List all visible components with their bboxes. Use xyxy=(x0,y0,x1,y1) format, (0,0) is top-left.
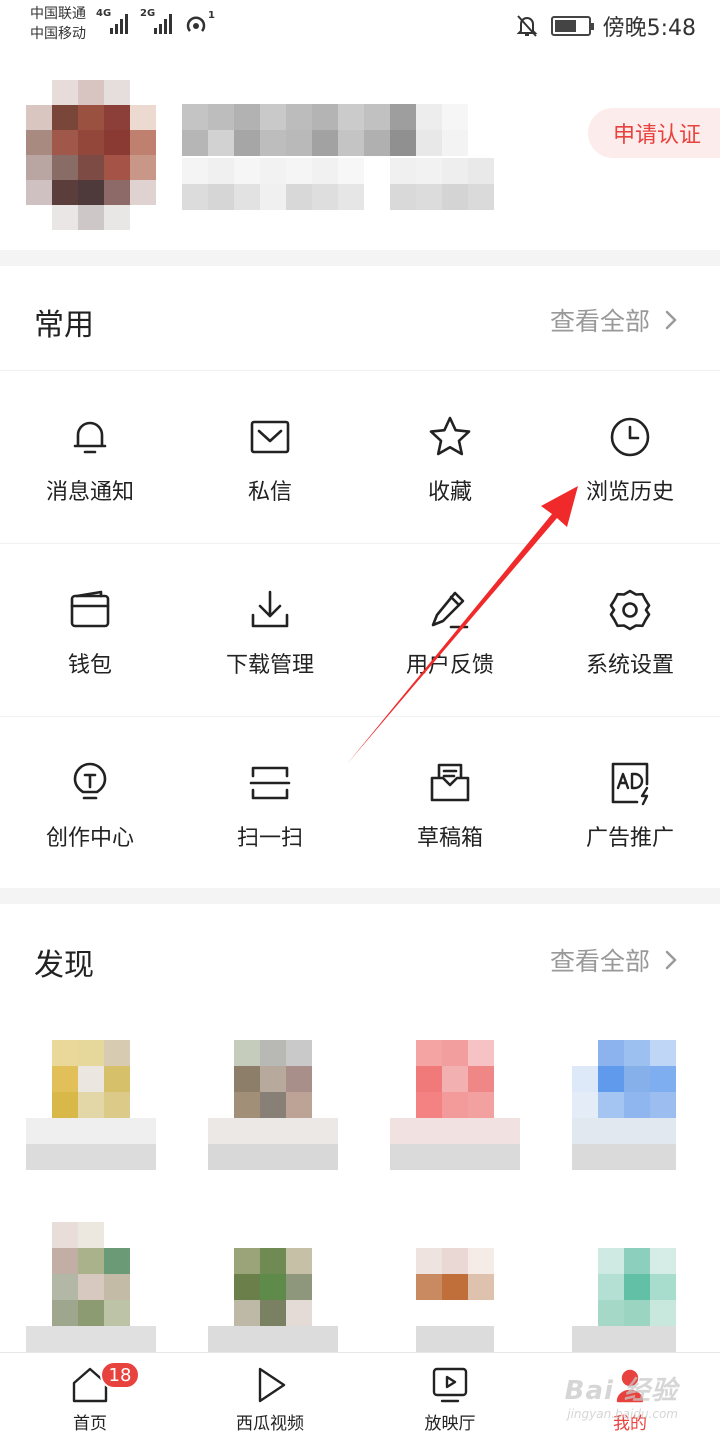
watermark-brand: Bai 经验 xyxy=(564,1376,678,1406)
bell-icon xyxy=(67,414,113,460)
carrier-2: 中国移动 xyxy=(30,26,86,42)
tab-label: 西瓜视频 xyxy=(236,1414,304,1434)
grid-item-label: 钱包 xyxy=(67,653,112,678)
play-icon xyxy=(250,1365,290,1405)
download-icon xyxy=(247,587,293,633)
grid-item-label: 消息通知 xyxy=(45,480,134,505)
grid-item-label: 浏览历史 xyxy=(585,480,674,505)
see-all-discover-link[interactable]: 查看全部 xyxy=(550,942,678,978)
username-blurred xyxy=(182,104,494,156)
grid-item-messages[interactable]: 私信 xyxy=(180,370,360,542)
carrier-names: 中国联通 中国移动 xyxy=(30,4,86,44)
chevron-right-icon xyxy=(665,310,677,330)
grid-item-label: 创作中心 xyxy=(45,826,134,851)
grid-item-label: 私信 xyxy=(247,480,292,505)
see-all-label: 查看全部 xyxy=(549,307,650,336)
grid-item-notifications[interactable]: 消息通知 xyxy=(0,370,180,542)
hotspot-icon xyxy=(186,16,206,32)
grid-item-ad-promotion[interactable]: 广告推广 xyxy=(540,716,720,888)
tab-cinema[interactable]: 放映厅 xyxy=(360,1353,540,1440)
see-all-label: 查看全部 xyxy=(549,947,650,976)
mute-bell-icon xyxy=(516,15,538,37)
grid-item-label: 草稿箱 xyxy=(416,826,483,851)
discover-item-thumbnail[interactable] xyxy=(26,1222,156,1352)
tab-xigua-video[interactable]: 西瓜视频 xyxy=(180,1353,360,1440)
section-title-discover: 发现 xyxy=(34,948,94,983)
lightbulb-icon xyxy=(67,760,113,806)
status-right: 傍晚5:48 xyxy=(515,10,696,42)
signal-icon xyxy=(110,12,132,34)
wallet-icon xyxy=(67,587,113,633)
grid-item-label: 广告推广 xyxy=(585,826,674,851)
signal-icon xyxy=(154,12,176,34)
chevron-right-icon xyxy=(665,950,677,970)
clock-time: 傍晚5:48 xyxy=(602,16,696,41)
grid-item-history[interactable]: 浏览历史 xyxy=(540,370,720,542)
hotspot-count: 1 xyxy=(208,10,215,21)
watermark-url: jingyan.baidu.com xyxy=(567,1407,678,1421)
grid-item-label: 收藏 xyxy=(427,480,472,505)
see-all-common-link[interactable]: 查看全部 xyxy=(550,302,678,338)
avatar[interactable] xyxy=(26,80,156,230)
discover-item-thumbnail[interactable] xyxy=(390,1222,520,1352)
clock-icon xyxy=(607,414,653,460)
grid-item-feedback[interactable]: 用户反馈 xyxy=(360,543,540,715)
screen-icon xyxy=(430,1365,470,1405)
tab-home[interactable]: 首页 18 xyxy=(0,1353,180,1440)
ad-icon xyxy=(607,760,653,806)
common-section: 常用 查看全部 消息通知 私信 收藏 浏览历史 钱包 下载管理 用户反馈 系统设… xyxy=(0,266,720,888)
discover-item-thumbnail[interactable] xyxy=(26,1040,156,1170)
tab-label: 放映厅 xyxy=(424,1414,476,1434)
star-icon xyxy=(427,414,473,460)
grid-item-label: 用户反馈 xyxy=(405,653,494,678)
network-type-2: 2G xyxy=(140,8,156,19)
grid-item-favorites[interactable]: 收藏 xyxy=(360,370,540,542)
discover-section: 发现 查看全部 xyxy=(0,904,720,1352)
grid-item-downloads[interactable]: 下载管理 xyxy=(180,543,360,715)
discover-item-thumbnail[interactable] xyxy=(208,1040,338,1170)
grid-item-label: 下载管理 xyxy=(225,653,314,678)
network-type-1: 4G xyxy=(96,8,112,19)
gear-icon xyxy=(607,587,653,633)
grid-item-creator-center[interactable]: 创作中心 xyxy=(0,716,180,888)
scan-icon xyxy=(247,760,293,806)
grid-item-settings[interactable]: 系统设置 xyxy=(540,543,720,715)
discover-item-thumbnail[interactable] xyxy=(390,1040,520,1170)
grid-item-scan[interactable]: 扫一扫 xyxy=(180,716,360,888)
grid-item-label: 系统设置 xyxy=(585,653,674,678)
pencil-icon xyxy=(427,587,473,633)
envelope-icon xyxy=(247,414,293,460)
notification-badge: 18 xyxy=(100,1361,140,1389)
profile-header[interactable]: 申请认证 xyxy=(0,50,720,250)
apply-certification-button[interactable]: 申请认证 xyxy=(588,108,720,158)
grid-item-drafts[interactable]: 草稿箱 xyxy=(360,716,540,888)
grid-item-wallet[interactable]: 钱包 xyxy=(0,543,180,715)
draft-box-icon xyxy=(427,760,473,806)
carrier-1: 中国联通 xyxy=(30,6,86,22)
discover-item-thumbnail[interactable] xyxy=(572,1040,702,1170)
grid-item-label: 扫一扫 xyxy=(236,826,303,851)
discover-item-thumbnail[interactable] xyxy=(572,1222,702,1352)
watermark: Bai 经验 jingyan.baidu.com xyxy=(565,1370,678,1421)
user-subtitle-blurred xyxy=(182,158,494,210)
tab-label: 首页 xyxy=(73,1414,107,1434)
status-bar: 中国联通 中国移动 4G 2G 1 傍晚5:48 xyxy=(0,0,720,50)
section-title-common: 常用 xyxy=(34,308,94,343)
battery-icon xyxy=(550,16,594,36)
discover-item-thumbnail[interactable] xyxy=(208,1222,338,1352)
